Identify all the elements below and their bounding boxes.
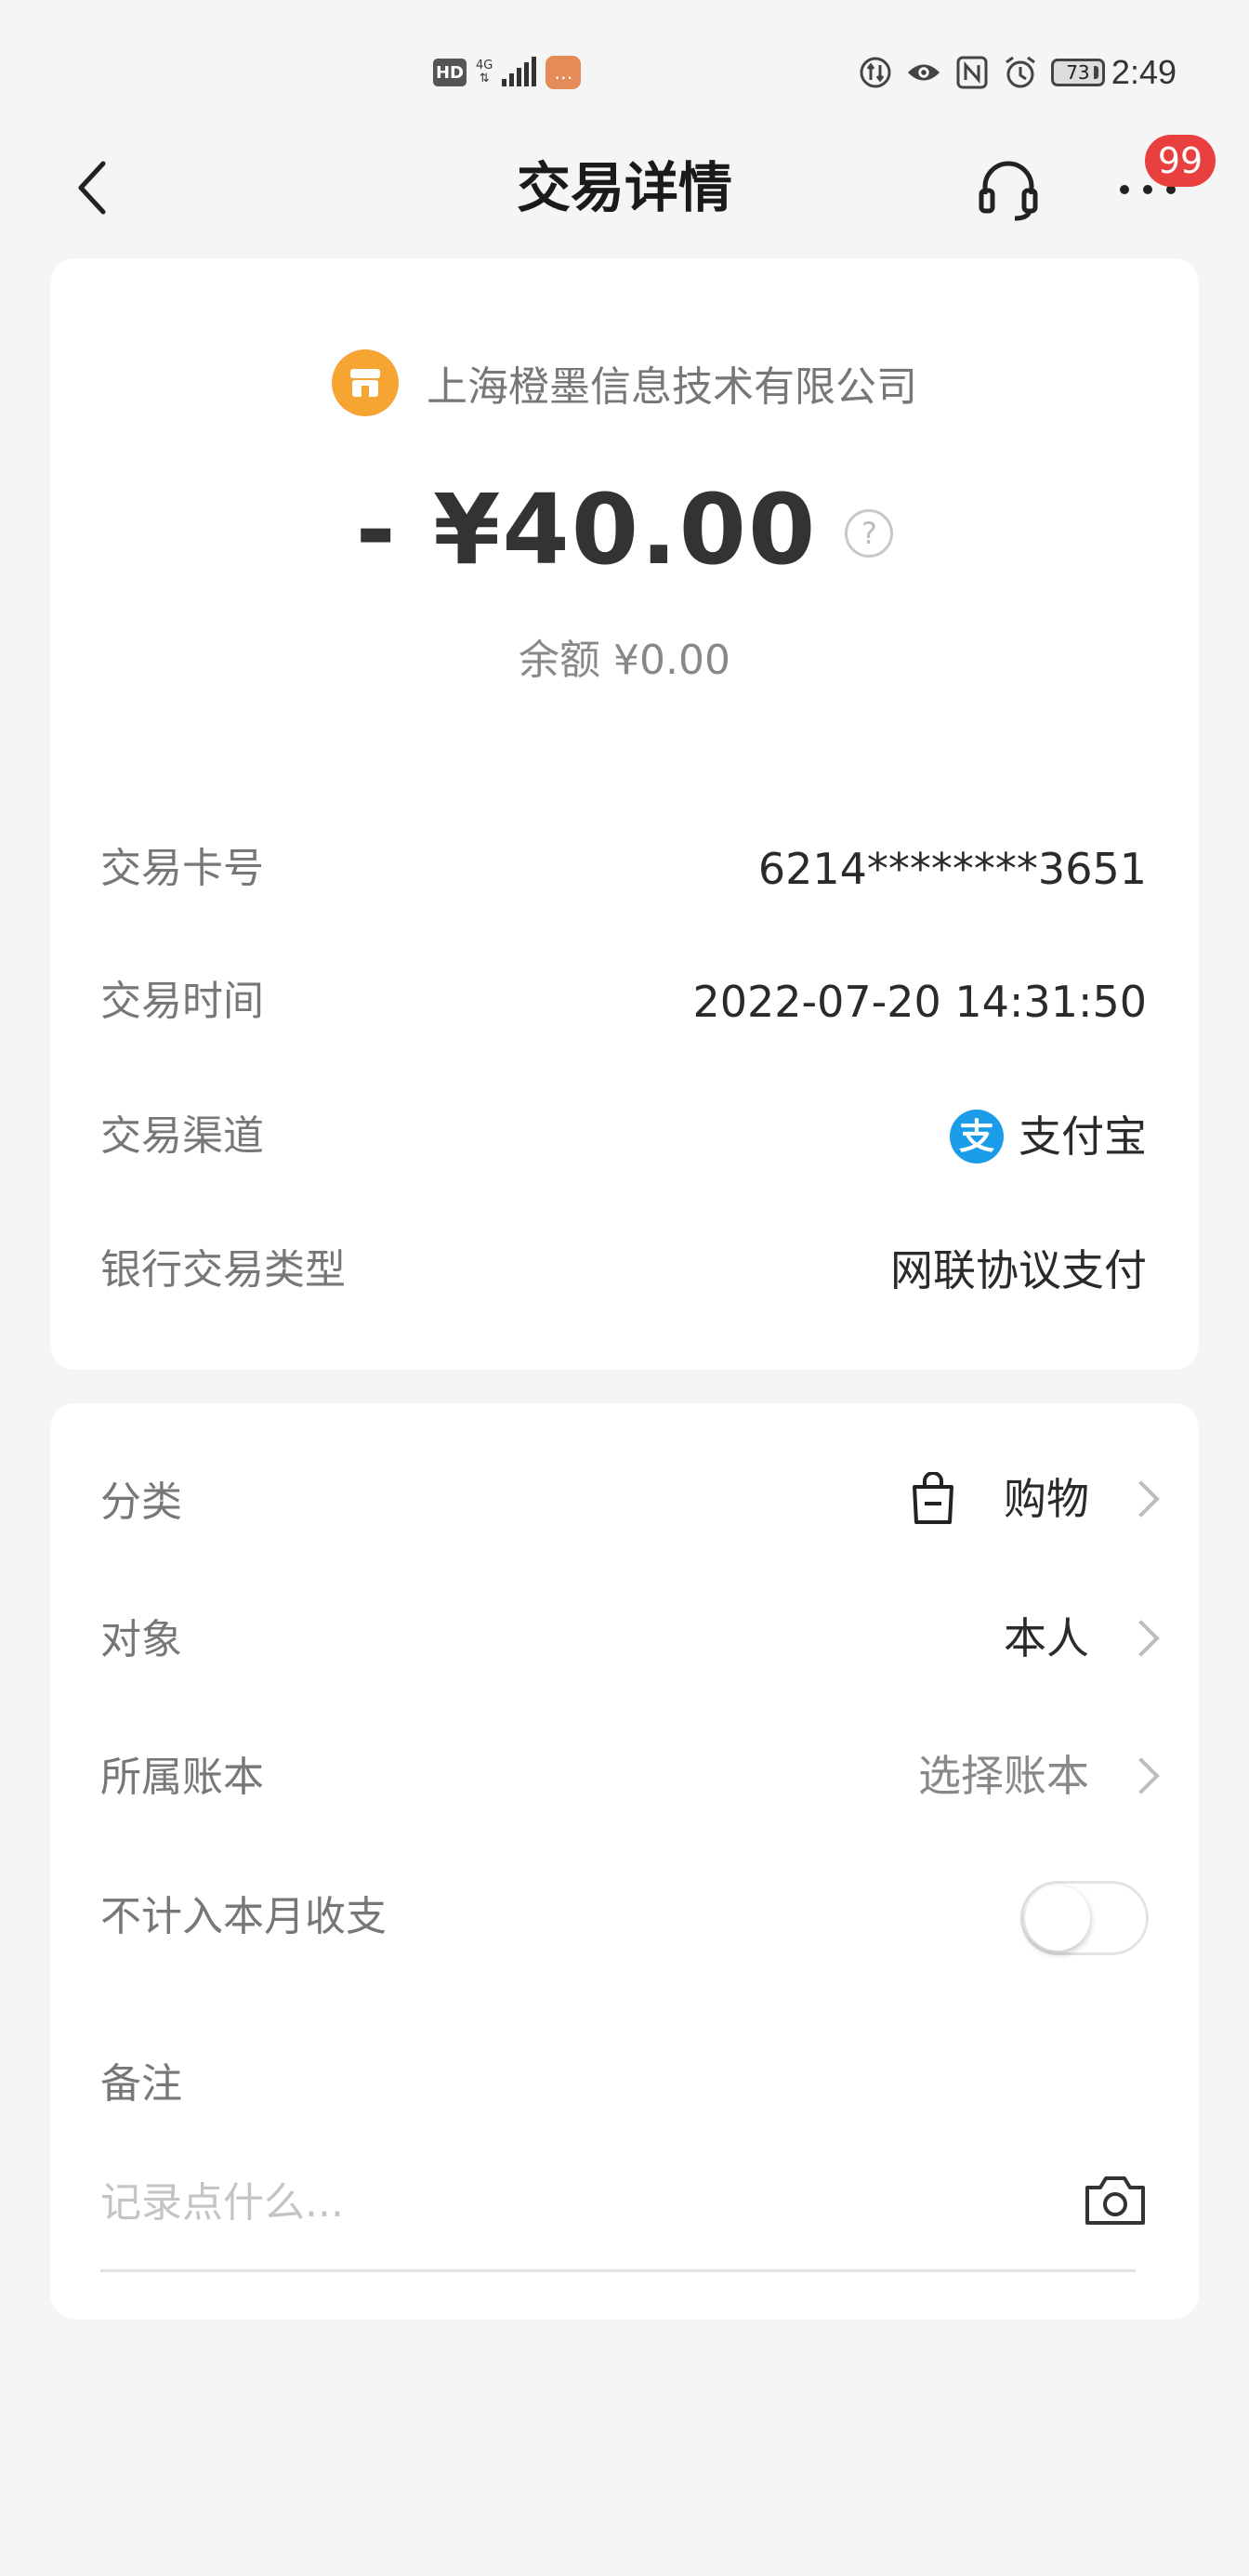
hd-icon: HD [433,59,467,86]
battery-icon: 73 [1050,59,1105,86]
message-app-icon: … [546,56,582,89]
alarm-icon [1003,55,1038,90]
merchant-name: 上海橙墨信息技术有限公司 [427,363,917,411]
notification-badge: 99 [1145,135,1216,187]
signal-icon [502,57,537,86]
transaction-amount: - ¥40.00 [355,473,818,586]
camera-icon [1085,2176,1145,2225]
network-icon: 4G ⇅ [476,59,493,85]
amount-row: - ¥40.00 ? [0,465,1249,595]
data-saver-icon [858,55,893,90]
customer-service-button[interactable] [966,152,1050,227]
status-left: HD 4G ⇅ … [433,54,582,91]
chevron-right-icon [1123,1620,1160,1657]
channel-label: 交易渠道 [100,1112,264,1160]
category-value: 购物 [1004,1474,1089,1524]
bank-type-label: 银行交易类型 [100,1246,346,1294]
camera-button[interactable] [1082,2167,1149,2234]
page-title: 交易详情 [516,156,732,219]
toggle-knob [1025,1886,1090,1951]
note-underline [100,2269,1136,2272]
transaction-time-label: 交易时间 [100,978,264,1025]
shop-icon [332,349,399,416]
question-icon[interactable]: ? [845,509,894,558]
chevron-right-icon [1123,1757,1160,1794]
note-input[interactable]: 记录点什么... [100,2171,1030,2236]
status-right: 73 2:49 [858,52,1177,93]
headset-icon [979,161,1038,221]
status-bar: HD 4G ⇅ … 73 2:49 [0,0,1249,139]
merchant-row: 上海橙墨信息技术有限公司 [0,346,1249,420]
balance-text: 余额 ¥0.00 [519,637,730,684]
ledger-label: 所属账本 [100,1754,264,1801]
bank-type-value: 网联协议支付 [890,1245,1147,1295]
category-label: 分类 [100,1479,182,1526]
back-button[interactable] [59,149,125,227]
transaction-card [50,258,1199,1370]
exclude-label: 不计入本月收支 [100,1893,387,1940]
shopping-bag-icon [913,1472,953,1524]
category-selector[interactable]: 购物 [909,1466,1164,1531]
channel-name: 支付宝 [1019,1111,1147,1162]
ledger-selector[interactable]: 选择账本 [918,1743,1164,1808]
alipay-icon: 支 [950,1110,1004,1163]
nfc-icon [954,55,990,90]
channel-value: 支 支付宝 [950,1104,1147,1169]
card-number-value: 6214********3651 [757,844,1147,894]
chevron-left-icon [78,161,106,215]
target-value: 本人 [1004,1613,1089,1663]
exclude-toggle[interactable] [1020,1881,1149,1955]
clock: 2:49 [1111,53,1177,91]
target-label: 对象 [100,1616,182,1663]
note-label: 备注 [100,2060,182,2108]
target-selector[interactable]: 本人 [1004,1606,1164,1671]
eye-icon [906,55,941,90]
transaction-time-value: 2022-07-20 14:31:50 [692,977,1147,1027]
chevron-right-icon [1123,1480,1160,1518]
ledger-value: 选择账本 [918,1751,1089,1801]
card-number-label: 交易卡号 [100,845,264,892]
